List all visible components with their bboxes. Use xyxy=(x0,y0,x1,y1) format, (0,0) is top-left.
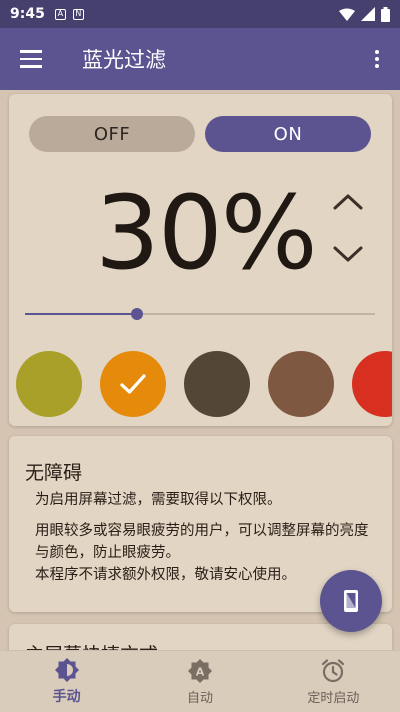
wifi-icon xyxy=(339,8,355,21)
slider-thumb[interactable] xyxy=(131,308,143,320)
menu-icon xyxy=(20,48,42,71)
filter-card: OFF ON 30% xyxy=(9,94,392,426)
increase-button[interactable] xyxy=(331,190,365,214)
nav-manual-label: 手动 xyxy=(52,689,81,705)
app-title: 蓝光过滤 xyxy=(82,48,166,72)
signal-icon xyxy=(361,7,375,21)
brightness-icon xyxy=(54,658,79,682)
accessibility-title: 无障碍 xyxy=(25,462,83,484)
accessibility-description: 用眼较多或容易眼疲劳的用户，可以调整屏幕的亮度与颜色，防止眼疲劳。 本程序不请求… xyxy=(35,520,380,586)
color-swatch[interactable] xyxy=(352,351,392,417)
more-options-button[interactable] xyxy=(354,28,400,90)
toggle-on-button[interactable]: ON xyxy=(205,116,371,152)
screen-filter-fab[interactable] xyxy=(320,570,382,632)
toggle-off-button[interactable]: OFF xyxy=(29,116,195,152)
battery-icon xyxy=(381,6,390,22)
check-icon xyxy=(120,374,146,394)
nav-schedule[interactable]: 定时启动 xyxy=(267,651,400,712)
status-bar: 9:45 A N xyxy=(0,0,400,28)
more-vert-icon xyxy=(375,50,379,54)
color-swatch[interactable] xyxy=(16,351,82,417)
slider-fill xyxy=(25,313,137,315)
status-icons xyxy=(339,6,390,22)
bottom-navigation: 手动 A 自动 定时启动 xyxy=(0,650,400,712)
auto-brightness-icon: A xyxy=(187,658,212,683)
menu-button[interactable] xyxy=(0,28,62,90)
filter-percent: 30% xyxy=(95,174,318,293)
app-bar: 蓝光过滤 xyxy=(0,28,400,90)
nav-auto-label: 自动 xyxy=(186,690,213,706)
chevron-down-icon xyxy=(333,246,363,262)
notification-icon-a: A xyxy=(54,8,66,20)
color-swatch[interactable] xyxy=(100,351,166,417)
accessibility-desc-line: 用眼较多或容易眼疲劳的用户，可以调整屏幕的亮度与颜色，防止眼疲劳。 xyxy=(35,523,369,561)
color-swatches xyxy=(16,351,392,419)
color-swatch[interactable] xyxy=(184,351,250,417)
status-time: 9:45 xyxy=(10,6,45,22)
notification-icon-n: N xyxy=(72,8,84,20)
accessibility-permission-text: 为启用屏幕过滤，需要取得以下权限。 xyxy=(35,492,282,508)
phone-icon xyxy=(344,590,358,612)
chevron-up-icon xyxy=(333,194,363,210)
nav-manual[interactable]: 手动 xyxy=(0,651,133,712)
color-swatch[interactable] xyxy=(268,351,334,417)
svg-text:A: A xyxy=(196,665,205,678)
decrease-button[interactable] xyxy=(331,242,365,266)
nav-auto[interactable]: A 自动 xyxy=(133,651,266,712)
intensity-slider[interactable] xyxy=(25,306,375,322)
nav-schedule-label: 定时启动 xyxy=(307,690,360,706)
alarm-icon xyxy=(322,658,345,682)
power-toggle: OFF ON xyxy=(29,116,371,152)
